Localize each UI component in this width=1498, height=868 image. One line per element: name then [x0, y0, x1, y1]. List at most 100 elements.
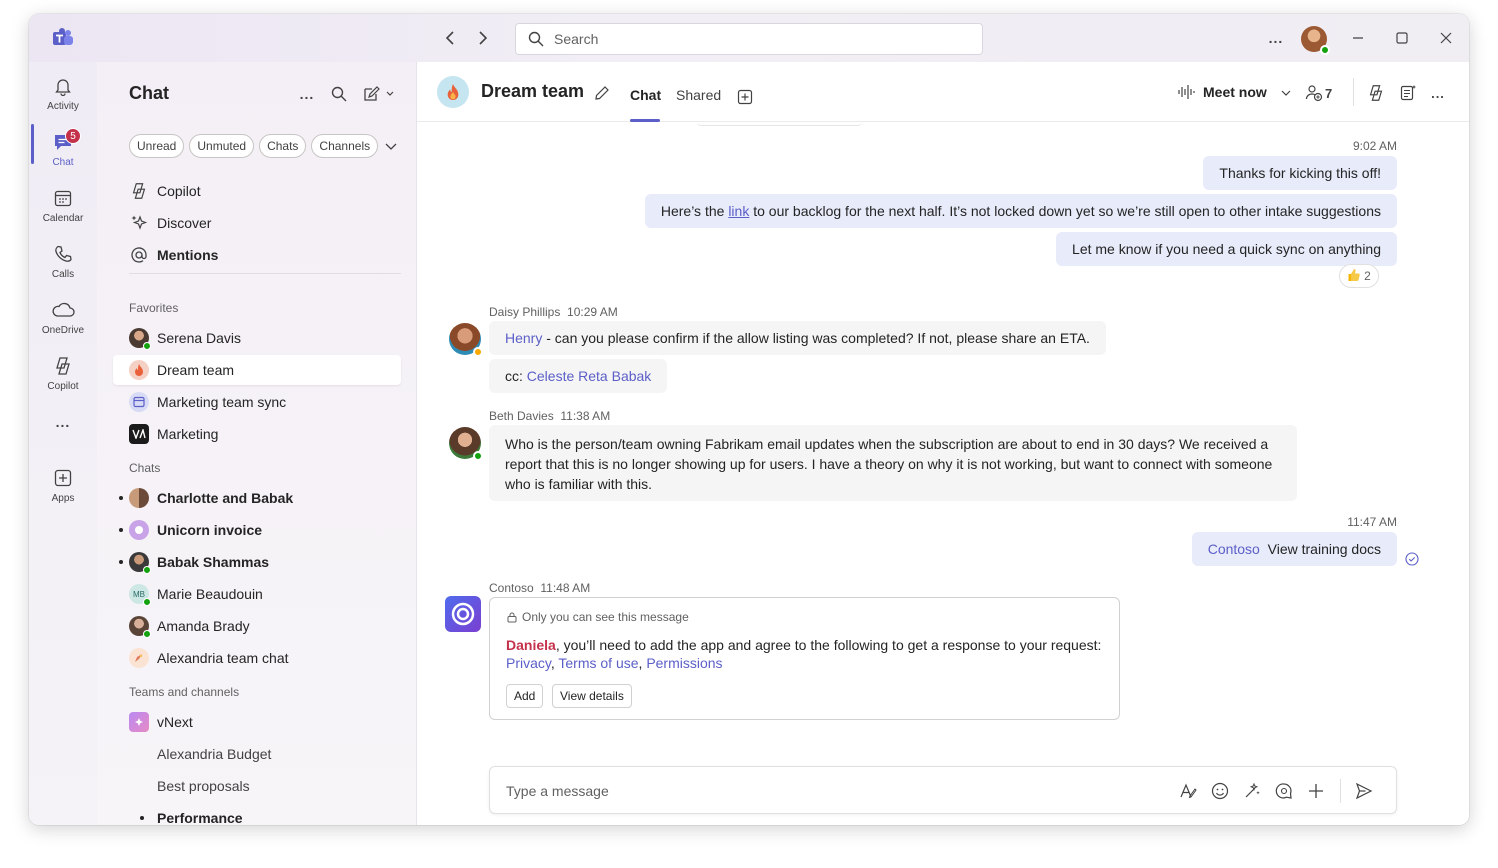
avatar[interactable]: [449, 323, 483, 357]
notes-sparkle-icon[interactable]: [1397, 82, 1419, 104]
channel-item-performance[interactable]: Performance: [113, 803, 401, 825]
sender-name: Beth Davies: [489, 409, 554, 423]
rail-item-calendar[interactable]: Calendar: [29, 182, 97, 234]
loop-component-icon[interactable]: [1274, 781, 1294, 801]
message-bubble[interactable]: Who is the person/team owning Fabrikam e…: [489, 425, 1297, 501]
app-rail: Activity 5 Chat Calendar Calls OneDrive …: [29, 62, 97, 825]
my-message-bubble[interactable]: Let me know if you need a quick sync on …: [1056, 232, 1397, 266]
rail-item-apps[interactable]: Apps: [29, 462, 97, 514]
chat-list-search-icon[interactable]: [329, 84, 349, 104]
channel-item-alexandria-budget[interactable]: Alexandria Budget: [113, 739, 401, 769]
bell-icon: [51, 74, 75, 98]
filters-expand-chevron-icon[interactable]: [383, 138, 399, 154]
rail-label-copilot: Copilot: [47, 381, 79, 392]
chat-item-marketing[interactable]: Marketing: [113, 419, 401, 449]
message-bubble[interactable]: Henry - can you please confirm if the al…: [489, 321, 1106, 355]
close-icon[interactable]: [1435, 26, 1457, 50]
chat-item-amanda-brady[interactable]: Amanda Brady: [113, 611, 401, 641]
mention-celeste[interactable]: Celeste Reta Babak: [527, 368, 652, 384]
minimize-icon[interactable]: [1347, 26, 1369, 50]
filter-channels[interactable]: Channels: [311, 134, 379, 158]
backlog-link[interactable]: link: [728, 203, 749, 219]
back-arrow-icon[interactable]: [439, 27, 461, 49]
terms-of-use-link[interactable]: Terms of use: [558, 655, 638, 671]
privacy-link[interactable]: Privacy: [506, 655, 551, 671]
my-message-bubble[interactable]: Here’s the link to our backlog for the n…: [644, 194, 1397, 228]
chat-item-charlotte-and-babak[interactable]: Charlotte and Babak: [113, 483, 401, 513]
tab-shared[interactable]: Shared: [676, 87, 721, 103]
message-text: Thanks for kicking this off!: [1219, 165, 1381, 181]
format-text-icon[interactable]: [1178, 781, 1198, 801]
new-chat-icon[interactable]: [361, 84, 397, 104]
message-compose-box[interactable]: Type a message: [489, 766, 1397, 814]
chat-item-dream-team[interactable]: Dream team: [113, 355, 401, 385]
marketing-channel-logo: [129, 424, 149, 444]
mention-daniela[interactable]: Daniela: [506, 637, 556, 653]
chat-item-alexandria-team-chat[interactable]: Alexandria team chat: [113, 643, 401, 673]
chat-list-more-icon[interactable]: ...: [297, 84, 317, 104]
chat-item-babak-shammas[interactable]: Babak Shammas: [113, 547, 401, 577]
sticker-sparkle-icon[interactable]: [1242, 781, 1262, 801]
search-input[interactable]: Search: [515, 23, 983, 55]
forward-arrow-icon[interactable]: [472, 27, 494, 49]
meet-options-chevron-down-icon[interactable]: [1275, 82, 1297, 104]
chat-item-marketing-team-sync[interactable]: Marketing team sync: [113, 387, 401, 417]
filter-unmuted[interactable]: Unmuted: [189, 134, 255, 158]
rail-item-chat[interactable]: 5 Chat: [29, 126, 97, 178]
channel-item-best-proposals[interactable]: Best proposals: [113, 771, 401, 801]
chat-header: Dream team Chat Shared Meet now 7 ...: [417, 62, 1469, 122]
my-avatar[interactable]: [1301, 26, 1330, 55]
message-bubble[interactable]: cc: Celeste Reta Babak: [489, 359, 668, 393]
reaction-thumbs-up[interactable]: 2: [1339, 264, 1379, 288]
nav-item-discover[interactable]: Discover: [113, 208, 401, 238]
contoso-bot-logo[interactable]: [445, 596, 481, 632]
nav-item-mentions[interactable]: Mentions: [113, 240, 401, 270]
tab-chat[interactable]: Chat: [630, 87, 661, 103]
avatar[interactable]: [449, 427, 483, 461]
edit-name-pencil-icon[interactable]: [591, 82, 613, 104]
teams-logo[interactable]: [51, 28, 75, 48]
chats-header: Chats: [129, 461, 161, 475]
add-app-button[interactable]: Add: [506, 684, 544, 708]
team-avatar-fire-icon[interactable]: [437, 76, 469, 108]
more-options-icon[interactable]: ...: [1265, 26, 1287, 50]
rail-more-icon[interactable]: ...: [29, 414, 97, 466]
mention-henry[interactable]: Henry: [505, 330, 542, 346]
maximize-icon[interactable]: [1391, 26, 1413, 50]
view-details-button[interactable]: View details: [552, 684, 632, 708]
mention-contoso[interactable]: Contoso: [1208, 541, 1260, 557]
people-icon: [1305, 85, 1323, 102]
presence-away-icon: [473, 347, 483, 357]
add-tab-icon[interactable]: [734, 86, 756, 108]
teams-channels-header: Teams and channels: [129, 685, 240, 699]
chat-item-serena-davis[interactable]: Serena Davis: [113, 323, 401, 353]
rail-item-calls[interactable]: Calls: [29, 238, 97, 290]
chat-label: Charlotte and Babak: [157, 490, 294, 506]
copilot-icon: [129, 181, 149, 201]
message-text: - can you please confirm if the allow li…: [542, 330, 1090, 346]
meeting-calendar-icon: [129, 392, 149, 412]
chat-more-icon[interactable]: ...: [1427, 82, 1449, 104]
add-plus-icon[interactable]: [1306, 781, 1326, 801]
rail-item-onedrive[interactable]: OneDrive: [29, 294, 97, 346]
chat-unread-badge: 5: [65, 128, 81, 144]
participants-button[interactable]: 7: [1305, 82, 1339, 104]
team-item-vnext[interactable]: vNext: [113, 707, 401, 737]
chat-item-marie-beaudouin[interactable]: MB Marie Beaudouin: [113, 579, 401, 609]
my-message-bubble[interactable]: Thanks for kicking this off!: [1203, 156, 1397, 190]
message-sender: Beth Davies 11:38 AM: [489, 409, 610, 423]
emoji-icon[interactable]: [1210, 781, 1230, 801]
rail-item-copilot[interactable]: Copilot: [29, 350, 97, 402]
permissions-link[interactable]: Permissions: [646, 655, 722, 671]
send-icon[interactable]: [1354, 781, 1374, 801]
header-separator: [1353, 78, 1354, 106]
chat-item-unicorn-invoice[interactable]: Unicorn invoice: [113, 515, 401, 545]
copilot-icon[interactable]: [1365, 82, 1387, 104]
filter-unread[interactable]: Unread: [129, 134, 185, 158]
my-message-bubble[interactable]: Contoso View training docs: [1191, 532, 1397, 566]
meet-now-button[interactable]: Meet now: [1177, 79, 1267, 105]
rail-item-activity[interactable]: Activity: [29, 70, 97, 122]
favorites-header: Favorites: [129, 301, 179, 315]
filter-chats[interactable]: Chats: [259, 134, 307, 158]
nav-item-copilot[interactable]: Copilot: [113, 176, 401, 206]
